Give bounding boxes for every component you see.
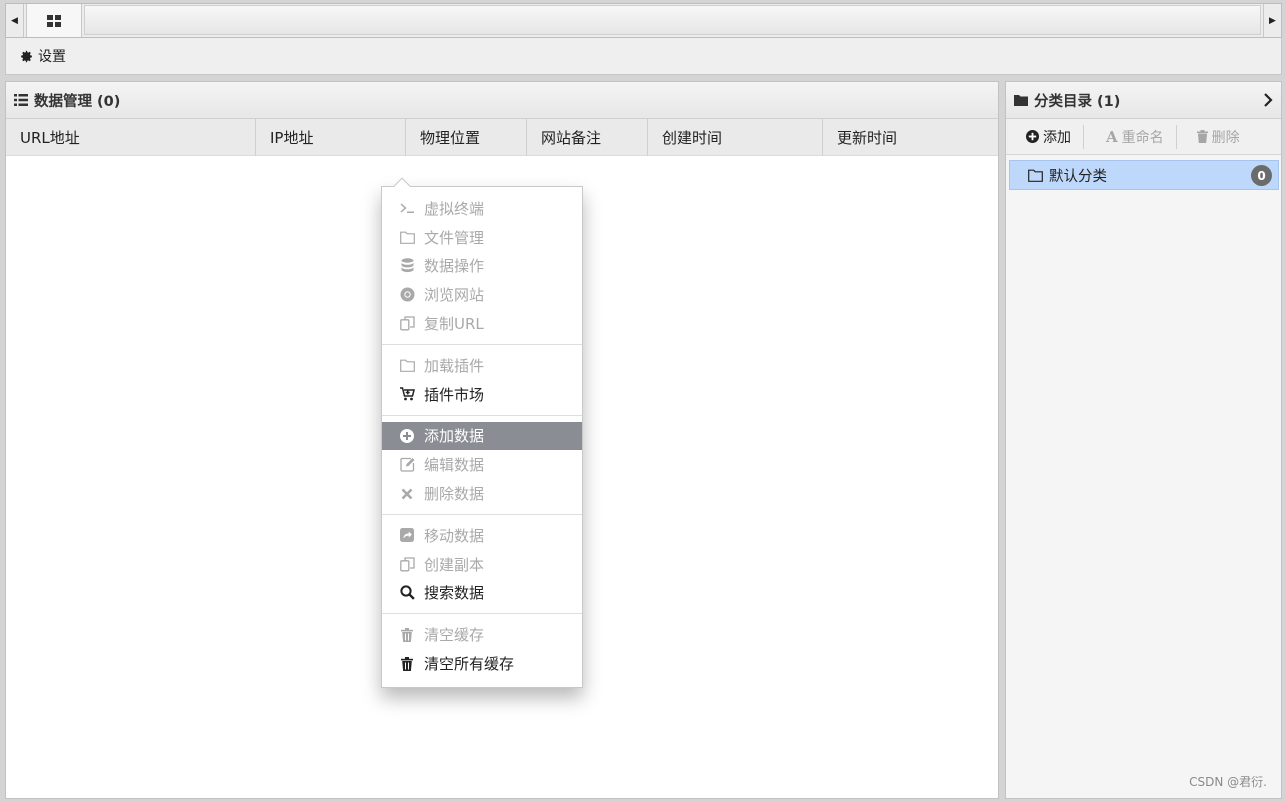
menu-item-database[interactable]: 数据操作: [382, 252, 582, 281]
folder-icon: [399, 229, 415, 245]
menu-item-chrome[interactable]: 浏览网站: [382, 280, 582, 309]
trash-icon: [399, 627, 415, 643]
plus-circle-icon: [399, 428, 415, 444]
grid-icon: [47, 14, 61, 27]
menu-item-label: 编辑数据: [424, 456, 485, 475]
tab-scroll-right-button[interactable]: ▶: [1263, 4, 1281, 37]
folder-open-icon: [1028, 169, 1043, 182]
menu-item-label: 移动数据: [424, 526, 485, 545]
add-category-label: 添加: [1043, 129, 1071, 146]
menu-separator: [382, 613, 582, 615]
cart-icon: [399, 386, 415, 402]
tab-bar: [84, 5, 1261, 35]
rename-category-button[interactable]: A 重命名: [1084, 124, 1177, 149]
menu-item-label: 文件管理: [424, 228, 485, 247]
menu-item-terminal[interactable]: 虚拟终端: [382, 194, 582, 223]
menu-item-label: 加载插件: [424, 356, 485, 375]
column-header-updated[interactable]: 更新时间: [823, 119, 998, 156]
column-header-ip[interactable]: IP地址: [256, 119, 406, 156]
chevron-right-icon[interactable]: [1263, 93, 1273, 107]
data-panel-title: 数据管理 (0): [34, 93, 121, 110]
category-toolbar: 添加 A 重命名 删除: [1006, 119, 1281, 155]
menu-item-folder[interactable]: 文件管理: [382, 223, 582, 252]
menu-separator: [382, 414, 582, 416]
trash-icon: [399, 656, 415, 672]
column-header-created[interactable]: 创建时间: [648, 119, 823, 156]
close-icon: [399, 486, 415, 502]
edit-icon: [399, 457, 415, 473]
copy-icon: [399, 316, 415, 332]
watermark: CSDN @君衍.: [1189, 775, 1267, 789]
chrome-icon: [399, 287, 415, 303]
add-category-button[interactable]: 添加: [1006, 124, 1084, 149]
menu-item-trash[interactable]: 清空所有缓存: [382, 649, 582, 678]
menu-item-label: 搜索数据: [424, 584, 485, 603]
database-icon: [399, 258, 415, 274]
column-header-location[interactable]: 物理位置: [406, 119, 527, 156]
data-panel-header: 数据管理 (0): [6, 82, 998, 119]
menu-item-label: 插件市场: [424, 385, 485, 404]
category-item-label: 默认分类: [1049, 168, 1107, 185]
folder-icon: [1014, 95, 1028, 106]
share-icon: [399, 527, 415, 543]
menu-item-search[interactable]: 搜索数据: [382, 579, 582, 608]
delete-category-label: 删除: [1211, 129, 1240, 146]
menu-item-share[interactable]: 移动数据: [382, 521, 582, 550]
category-panel-header: 分类目录 (1): [1006, 82, 1281, 119]
list-icon: [14, 94, 28, 106]
menu-item-folder[interactable]: 加载插件: [382, 351, 582, 380]
folder-icon: [399, 357, 415, 373]
category-panel-title: 分类目录 (1): [1034, 93, 1121, 110]
column-header-url[interactable]: URL地址: [6, 119, 256, 156]
menu-item-trash[interactable]: 清空缓存: [382, 620, 582, 649]
menu-item-label: 浏览网站: [424, 286, 485, 305]
copy-icon: [399, 556, 415, 572]
menu-item-edit[interactable]: 编辑数据: [382, 450, 582, 479]
context-menu-body: 虚拟终端文件管理数据操作浏览网站复制URL 加载插件插件市场添加数据编辑数据删除数…: [382, 194, 582, 678]
rename-category-label: 重命名: [1121, 129, 1164, 146]
delete-category-button[interactable]: 删除: [1177, 125, 1252, 149]
gear-icon: [21, 50, 32, 62]
menu-item-label: 复制URL: [424, 315, 484, 334]
menu-item-copy[interactable]: 复制URL: [382, 309, 582, 338]
tab-home[interactable]: [26, 4, 82, 37]
tab-scroll-left-button[interactable]: ◀: [6, 4, 24, 37]
trash-icon: [1196, 130, 1208, 143]
menu-item-label: 创建副本: [424, 555, 485, 574]
menu-item-copy[interactable]: 创建副本: [382, 550, 582, 579]
menu-item-label: 删除数据: [424, 485, 485, 504]
menu-item-cart[interactable]: 插件市场: [382, 380, 582, 409]
data-grid-header: URL地址 IP地址 物理位置 网站备注 创建时间 更新时间: [6, 119, 998, 156]
menu-item-label: 虚拟终端: [424, 199, 485, 218]
terminal-icon: [399, 200, 415, 216]
search-icon: [399, 585, 415, 601]
menu-item-label: 清空缓存: [424, 626, 485, 645]
category-panel: 分类目录 (1) 添加 A 重命名 删除 默认分类 0 CSDN @君衍.: [1005, 81, 1282, 799]
menu-item-close[interactable]: 删除数据: [382, 479, 582, 508]
menu-item-label: 数据操作: [424, 257, 485, 276]
main-toolbar: 设置: [5, 38, 1282, 75]
menu-item-plus-circle[interactable]: 添加数据: [382, 421, 582, 451]
category-item[interactable]: 默认分类 0: [1009, 160, 1279, 190]
menu-separator: [382, 513, 582, 515]
plus-circle-icon: [1026, 130, 1039, 143]
column-header-note[interactable]: 网站备注: [527, 119, 648, 156]
settings-label: 设置: [38, 49, 66, 65]
menu-item-label: 清空所有缓存: [424, 655, 515, 674]
menu-item-label: 添加数据: [424, 427, 485, 446]
settings-button[interactable]: 设置: [20, 46, 66, 66]
menu-separator: [382, 343, 582, 345]
font-icon: A: [1106, 127, 1118, 146]
context-menu: 虚拟终端文件管理数据操作浏览网站复制URL 加载插件插件市场添加数据编辑数据删除数…: [381, 177, 583, 688]
tab-strip: ◀ ▶: [5, 3, 1282, 38]
category-count-badge: 0: [1251, 165, 1272, 186]
